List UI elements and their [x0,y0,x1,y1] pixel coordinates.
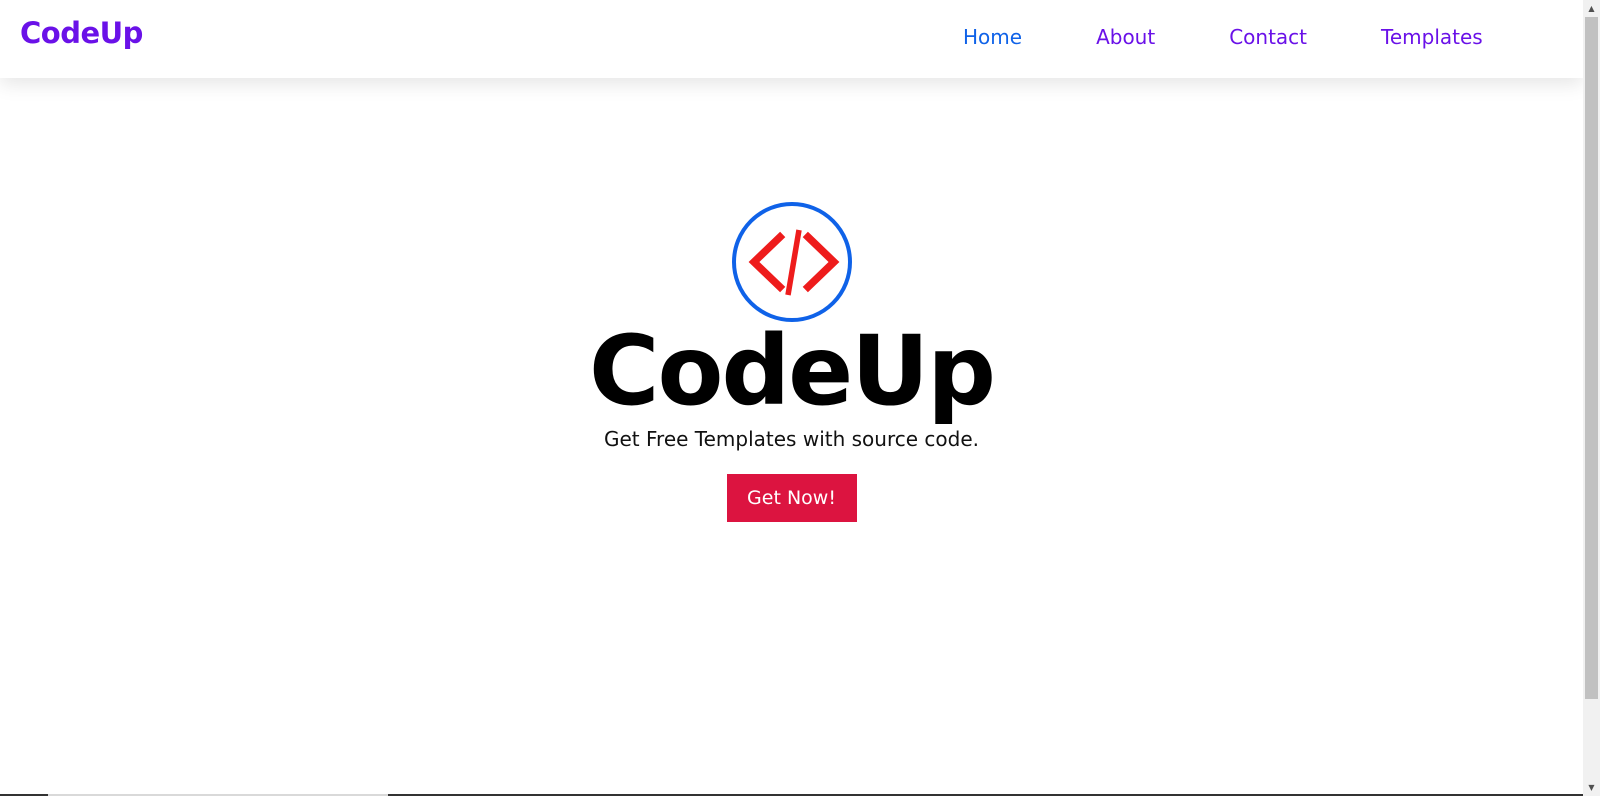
scroll-up-arrow-icon[interactable]: ▲ [1583,0,1600,17]
hero-section: CodeUp Get Free Templates with source co… [0,200,1583,522]
nav-link-templates[interactable]: Templates [1381,25,1483,49]
code-brackets-icon [731,202,852,322]
get-now-button[interactable]: Get Now! [726,474,857,522]
hero-title: CodeUp [589,315,996,427]
nav-links: Home About Contact Templates [963,25,1483,49]
nav-link-home[interactable]: Home [963,25,1022,49]
scroll-down-arrow-icon[interactable]: ▼ [1583,779,1600,796]
scrollbar-thumb[interactable] [1585,17,1598,699]
hero-subtitle: Get Free Templates with source code. [604,427,979,451]
navbar: CodeUp Home About Contact Templates [0,0,1583,78]
nav-link-about[interactable]: About [1096,25,1155,49]
nav-link-contact[interactable]: Contact [1229,25,1307,49]
brand-logo-link[interactable]: CodeUp [20,16,143,50]
page-viewport: CodeUp Home About Contact Templates Code… [0,0,1583,796]
vertical-scrollbar[interactable]: ▲ ▼ [1583,0,1600,796]
